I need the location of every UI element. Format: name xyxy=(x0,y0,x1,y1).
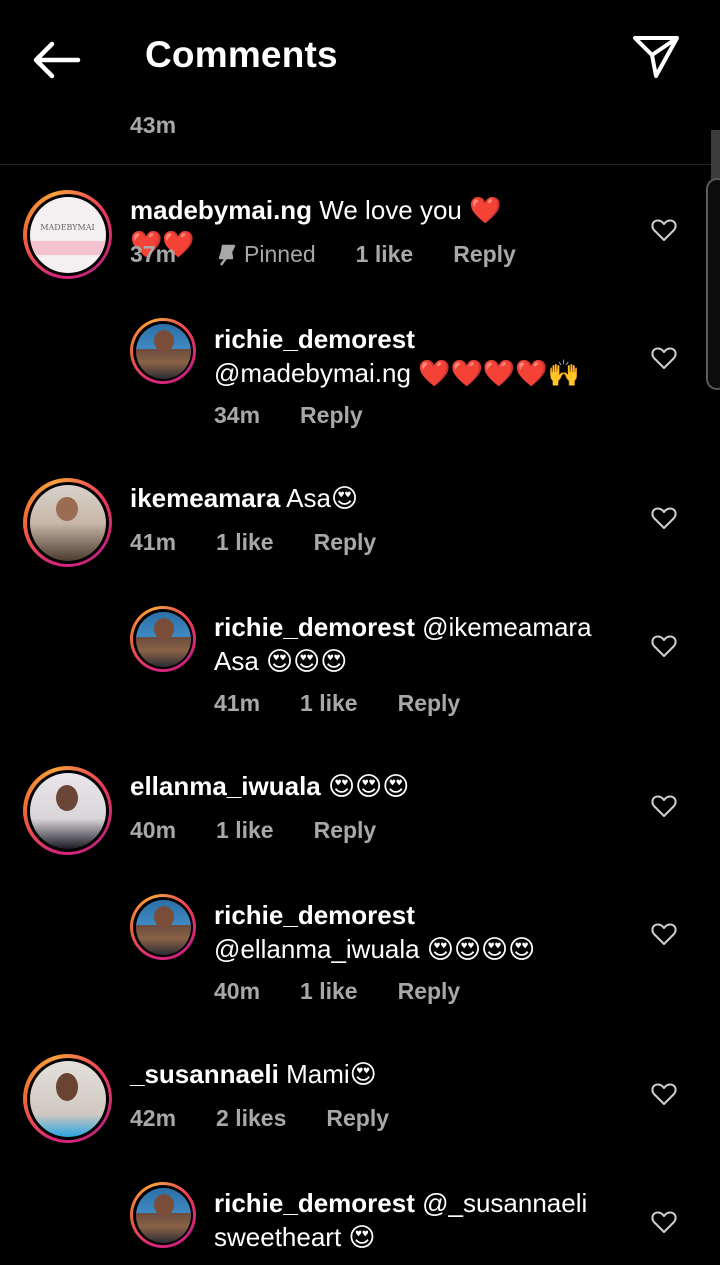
scrollbar-thumb[interactable] xyxy=(706,178,720,390)
comment-time: 37m xyxy=(130,241,177,267)
reply-button[interactable]: Reply xyxy=(398,690,461,717)
comment-time: 41m xyxy=(214,690,261,716)
comment-meta: 42m 2 likes Reply xyxy=(130,1105,429,1132)
top-bar: Comments xyxy=(0,0,720,110)
likes-count[interactable]: 1 like xyxy=(300,690,358,717)
comment-time: 40m xyxy=(130,817,177,843)
comment-time: 40m xyxy=(214,978,261,1004)
heart-icon[interactable] xyxy=(651,1082,677,1106)
likes-count[interactable]: 2 likes xyxy=(216,1105,286,1132)
reply-button[interactable]: Reply xyxy=(326,1105,389,1132)
comment-username[interactable]: ellanma_iwuala xyxy=(130,771,321,801)
avatar-logo-text: MADEBYMAI xyxy=(40,222,95,232)
avatar[interactable] xyxy=(130,606,196,672)
back-arrow-icon[interactable] xyxy=(30,38,82,82)
heart-icon[interactable] xyxy=(651,346,677,370)
comment-username[interactable]: ikemeamara xyxy=(130,483,280,513)
comment-body: @madebymai.ng ❤️❤️❤️❤️🙌 xyxy=(214,358,581,388)
likes-count[interactable]: 1 like xyxy=(300,978,358,1005)
pinned-label: Pinned xyxy=(216,241,316,268)
comment-meta: 37m Pinned 1 like Reply xyxy=(130,241,556,268)
reply-button[interactable]: Reply xyxy=(314,817,377,844)
page-title: Comments xyxy=(145,34,338,75)
comment-body: Mami😍 xyxy=(286,1059,377,1089)
comment-username[interactable]: _susannaeli xyxy=(130,1059,279,1089)
comment-body: 😍😍😍 xyxy=(328,771,410,801)
avatar[interactable] xyxy=(130,318,196,384)
likes-count[interactable]: 1 like xyxy=(216,817,274,844)
comment-username[interactable]: madebymai.ng xyxy=(130,195,312,225)
likes-count[interactable]: 1 like xyxy=(356,241,414,268)
comment-body: Asa😍 xyxy=(286,483,359,513)
reply-button[interactable]: Reply xyxy=(300,402,363,429)
avatar[interactable] xyxy=(23,1054,112,1143)
comment-meta: 34m Reply xyxy=(214,402,403,429)
avatar[interactable] xyxy=(23,766,112,855)
comment-text: ellanma_iwuala 😍😍😍 xyxy=(130,769,530,803)
comment-username[interactable]: richie_demorest xyxy=(214,1188,415,1218)
comment-meta: 40m 1 like Reply xyxy=(130,817,416,844)
comment-time: 42m xyxy=(130,1105,177,1131)
avatar[interactable] xyxy=(130,894,196,960)
heart-icon[interactable] xyxy=(651,922,677,946)
comment-text: richie_demorest @ikemeamara Asa 😍😍😍 xyxy=(214,610,614,678)
reply-button[interactable]: Reply xyxy=(453,241,516,268)
paper-plane-icon[interactable] xyxy=(630,30,682,82)
comment-text: richie_demorest @madebymai.ng ❤️❤️❤️❤️🙌 xyxy=(214,322,614,390)
avatar[interactable] xyxy=(23,478,112,567)
comment-text: _susannaeli Mami😍 xyxy=(130,1057,530,1091)
comment-username[interactable]: richie_demorest xyxy=(214,900,415,930)
pin-icon xyxy=(218,244,236,266)
divider xyxy=(0,164,720,165)
heart-icon[interactable] xyxy=(651,634,677,658)
comment-username[interactable]: richie_demorest xyxy=(214,612,415,642)
comment-username[interactable]: richie_demorest xyxy=(214,324,415,354)
comment-time: 34m xyxy=(214,402,261,428)
previous-comment-time: 43m xyxy=(130,112,177,138)
comment-time: 41m xyxy=(130,529,177,555)
comment-text: richie_demorest @ellanma_iwuala 😍😍😍😍 xyxy=(214,898,614,966)
reply-button[interactable]: Reply xyxy=(314,529,377,556)
comment-meta: 41m 1 like Reply xyxy=(214,690,500,717)
heart-icon[interactable] xyxy=(651,794,677,818)
comment-text: ikemeamara Asa😍 xyxy=(130,481,530,515)
reply-button[interactable]: Reply xyxy=(398,978,461,1005)
heart-icon[interactable] xyxy=(651,1210,677,1234)
avatar[interactable]: MADEBYMAI xyxy=(23,190,112,279)
likes-count[interactable]: 1 like xyxy=(216,529,274,556)
comment-meta: 40m 1 like Reply xyxy=(214,978,500,1005)
comment-text: richie_demorest @_susannaeli sweetheart … xyxy=(214,1186,614,1254)
heart-icon[interactable] xyxy=(651,506,677,530)
comment-body: @ellanma_iwuala 😍😍😍😍 xyxy=(214,934,536,964)
comment-meta: 41m 1 like Reply xyxy=(130,529,416,556)
avatar[interactable] xyxy=(130,1182,196,1248)
heart-icon[interactable] xyxy=(651,218,677,242)
